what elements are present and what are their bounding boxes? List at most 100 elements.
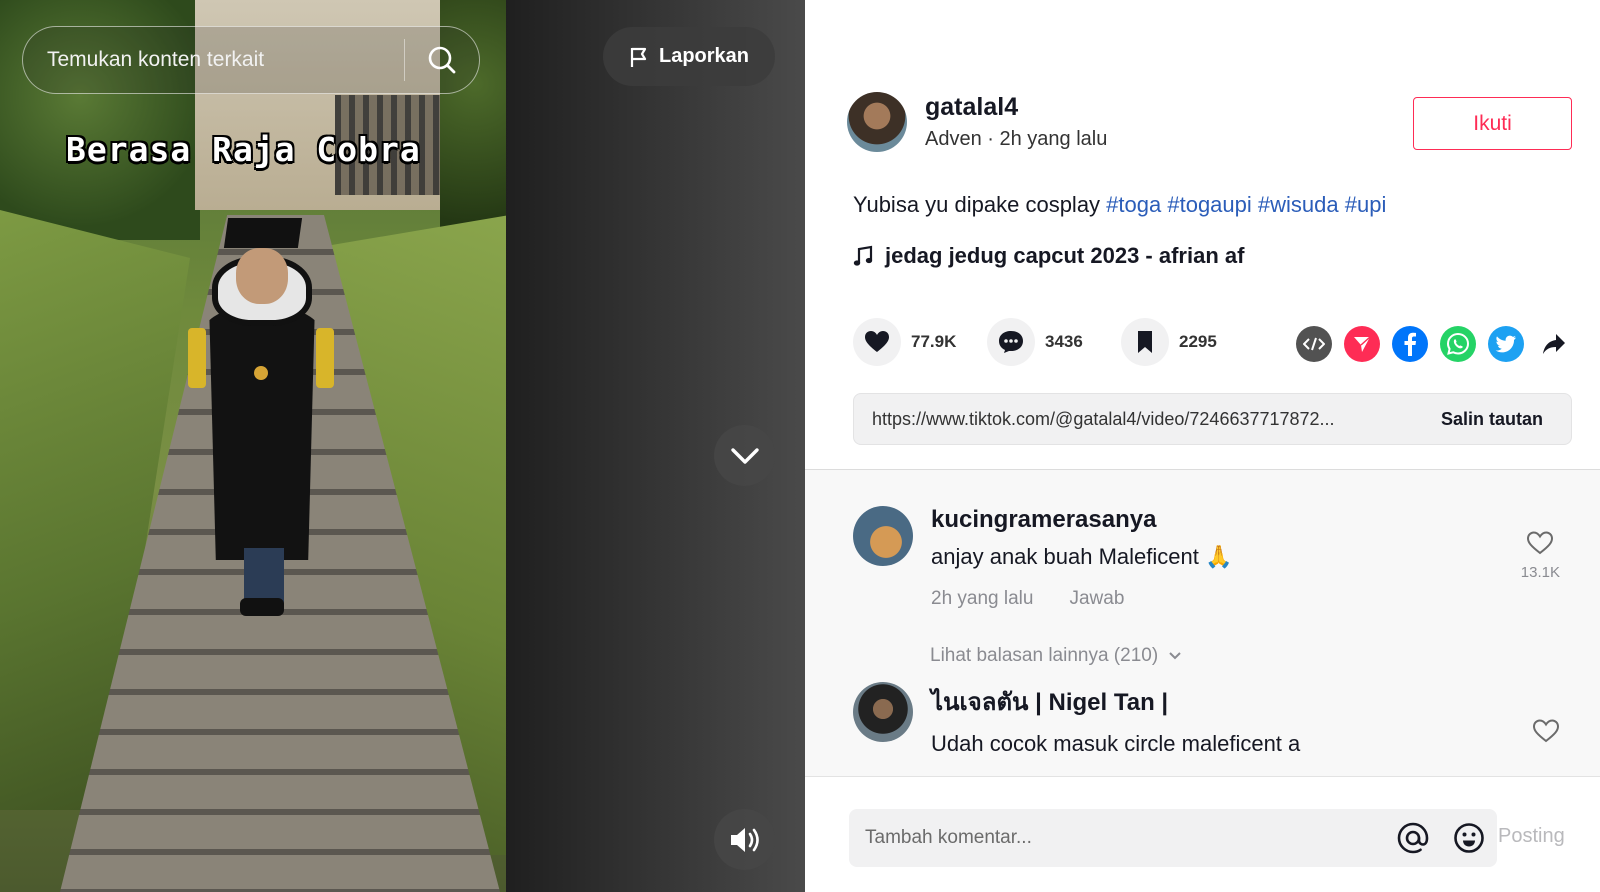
facebook-icon [1404,332,1416,356]
reply-button[interactable]: Jawab [1069,588,1124,609]
share-buttons [1296,326,1572,362]
flag-icon [630,47,647,67]
music-note-icon [853,245,873,266]
like-button[interactable]: 77.9K [853,318,957,366]
hashtag-link[interactable]: #toga [1106,192,1161,217]
comment-text: anjay anak buah Maleficent 🙏 [931,544,1233,569]
music-title: jedag jedug capcut 2023 - afrian af [885,243,1245,268]
comment-input-bar [849,809,1497,867]
save-button[interactable]: 2295 [1121,318,1225,366]
comment-like-button[interactable]: 13.1K [1521,530,1560,581]
facebook-share-button[interactable] [1392,326,1428,362]
comment-bar-divider [805,776,1600,777]
mention-button[interactable] [1385,809,1441,867]
video-caption-overlay: Berasa Raja Cobra [66,130,421,169]
author-info[interactable]: gatalal4 Adven · 2h yang lalu [847,92,1107,152]
emoji-button[interactable] [1441,809,1497,867]
person-face [236,248,288,304]
comment-circle [987,318,1035,366]
comment-item: kucingramerasanya anjay anak buah Malefi… [853,506,1232,610]
hashtag-link[interactable]: #wisuda [1258,192,1339,217]
comment-bubble-icon [999,331,1023,353]
whatsapp-share-button[interactable] [1440,326,1476,362]
commenter-avatar[interactable] [853,506,913,566]
video-panel[interactable]: Berasa Raja Cobra Laporkan [0,0,805,892]
bookmark-icon [1138,331,1152,353]
post-time: 2h yang lalu [999,128,1108,150]
search-button[interactable] [405,26,479,94]
commenter-avatar[interactable] [853,682,913,742]
twitter-icon [1495,335,1516,353]
share-arrow-icon [1543,334,1565,354]
embed-icon [1303,337,1325,351]
heart-outline-icon [1527,531,1554,555]
chevron-down-icon [730,447,759,464]
author-avatar[interactable] [847,92,907,152]
comment-item: ไนเจลตัน | Nigel Tan | Udah cocok masuk … [853,682,1300,757]
volume-icon [730,827,759,852]
video-player[interactable]: Berasa Raja Cobra [0,0,506,892]
person-stripe-left [188,328,206,388]
video-description: Yubisa yu dipake cosplay #toga #togaupi … [853,192,1386,218]
like-circle [853,318,901,366]
person-stripe-right [316,328,334,388]
emoji-icon [1454,823,1484,853]
commenter-username[interactable]: kucingramerasanya [931,506,1232,534]
hashtag-link[interactable]: #upi [1345,192,1387,217]
comment-like-count: 13.1K [1520,564,1560,581]
author-subtitle: Adven · 2h yang lalu [925,128,1107,151]
twitter-share-button[interactable] [1488,326,1524,362]
next-video-button[interactable] [714,425,775,486]
post-comment-button[interactable]: Posting [1498,825,1565,848]
at-mention-icon [1397,822,1429,854]
comment-meta: 2h yang lalu Jawab [931,588,1232,610]
save-circle [1121,318,1169,366]
report-button[interactable]: Laporkan [603,27,775,86]
volume-button[interactable] [714,809,775,870]
heart-outline-icon [1532,719,1560,743]
whatsapp-icon [1446,332,1470,355]
comments-list[interactable]: kucingramerasanya anjay anak buah Malefi… [805,470,1600,776]
comment-text: Udah cocok masuk circle maleficent a [931,731,1301,756]
heart-icon [865,331,889,352]
person-medal [254,366,268,380]
author-nickname: Adven [925,128,982,150]
send-to-friends-button[interactable] [1344,326,1380,362]
copy-link-box: https://www.tiktok.com/@gatalal4/video/7… [853,393,1572,445]
embed-button[interactable] [1296,326,1332,362]
description-text: Yubisa yu dipake cosplay [853,192,1107,217]
music-link[interactable]: jedag jedug capcut 2023 - afrian af [853,243,1244,269]
comment-button[interactable]: 3436 [987,318,1091,366]
person-shoe [240,598,284,616]
save-count: 2295 [1179,332,1217,351]
hashtag-link[interactable]: #togaupi [1167,192,1251,217]
person-hat [223,218,303,248]
comment-count: 3436 [1045,332,1083,351]
comment-like-button[interactable] [1532,718,1560,744]
video-scene-person [188,218,336,618]
video-url[interactable]: https://www.tiktok.com/@gatalal4/video/7… [854,409,1423,430]
more-replies-label: Lihat balasan lainnya (210) [930,645,1159,666]
comment-body: ไนเจลตัน | Nigel Tan | Udah cocok masuk … [931,682,1300,757]
related-search-input[interactable] [23,48,404,72]
commenter-username[interactable]: ไนเจลตัน | Nigel Tan | [931,682,1300,721]
follow-button[interactable]: Ikuti [1413,97,1572,150]
search-icon [428,46,456,74]
view-more-replies-button[interactable]: Lihat balasan lainnya (210) [930,645,1182,667]
chevron-down-icon [1169,652,1181,660]
author-text: gatalal4 Adven · 2h yang lalu [925,93,1107,151]
like-count: 77.9K [911,332,957,351]
action-bar: 77.9K 3436 2295 [853,318,1255,366]
person-robe [209,310,315,560]
comment-time: 2h yang lalu [931,588,1034,609]
related-search-box [22,26,480,94]
app-root: Berasa Raja Cobra Laporkan gatalal4 Adve… [0,0,1600,892]
report-label: Laporkan [658,45,750,67]
comment-body: kucingramerasanya anjay anak buah Malefi… [931,506,1232,610]
comment-input[interactable] [849,827,1385,849]
author-separator: · [981,128,1000,150]
author-username[interactable]: gatalal4 [925,93,1107,122]
send-icon [1354,336,1371,352]
more-share-button[interactable] [1536,326,1572,362]
copy-link-button[interactable]: Salin tautan [1423,409,1571,430]
